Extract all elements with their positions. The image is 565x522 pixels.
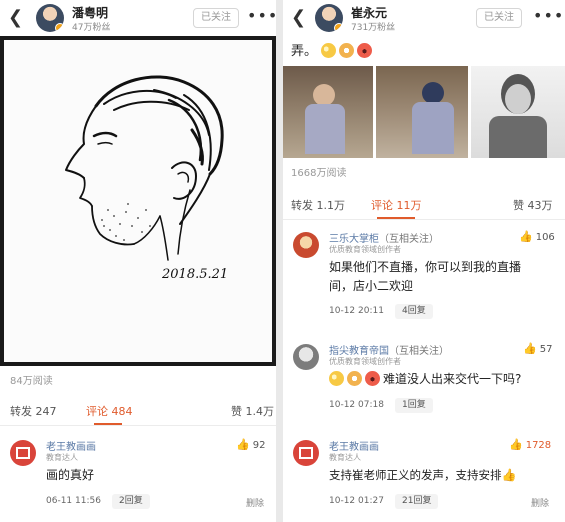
post-photo-2[interactable] — [376, 66, 468, 158]
author-name[interactable]: 潘粤明 — [72, 4, 108, 21]
laugh-emoji-icon — [329, 371, 344, 386]
verified-badge-icon — [55, 23, 64, 32]
thumb-up-icon: 👍 — [236, 438, 250, 451]
comment-date: 10-12 07:18 — [329, 400, 384, 410]
portrait-sketch: 2018.5.21 — [65, 75, 228, 282]
reply-count-button[interactable]: 4回复 — [395, 304, 433, 319]
commenter-tag: 教育达人 — [329, 453, 361, 462]
comment-date: 10-12 20:11 — [329, 306, 384, 316]
comment-text: 画的真好 — [46, 468, 95, 482]
verified-badge-icon — [334, 23, 343, 32]
commenter-name[interactable]: 指尖教育帝国（互相关注） — [329, 342, 449, 357]
tab-comment[interactable]: 评论 484 — [86, 403, 133, 419]
interaction-tabs: 转发 1.1万 评论 11万 赞 43万 — [283, 190, 565, 220]
drawing-date: 2018.5.21 — [161, 267, 228, 282]
laugh-emoji-icon — [321, 43, 337, 58]
commenter-tag: 优质教育领域创作者 — [329, 245, 401, 254]
tab-repost[interactable]: 转发 1.1万 — [291, 197, 345, 213]
like-button[interactable]: 👍 92 — [236, 438, 265, 451]
comment-text: 难道没人出来交代一下吗? — [329, 370, 521, 389]
author-fans: 731万粉丝 — [351, 23, 396, 33]
comment-item: 老王教画画 教育达人 支持崔老师正义的发声，支持安排👍 10-12 01:27 … — [283, 434, 565, 522]
sketch-image[interactable]: 2018.5.21 — [0, 36, 276, 366]
like-count: 57 — [539, 344, 553, 355]
active-tab-underline — [377, 217, 415, 219]
comment-text-body: 支持崔老师正义的发声，支持安排 — [329, 468, 502, 482]
comment-text-body: 难道没人出来交代一下吗? — [383, 372, 522, 386]
like-button[interactable]: 👍 106 — [519, 230, 555, 243]
right-post-screen: ❮ 崔永元 731万粉丝 已关注 ••• 弄。 1668万阅读 转发 1.1万 … — [283, 0, 565, 522]
commenter-name[interactable]: 老王教画画 — [46, 438, 96, 453]
read-count: 1668万阅读 — [291, 168, 347, 179]
thumb-up-icon: 👍 — [519, 230, 533, 243]
active-tab-underline — [94, 423, 122, 425]
reply-count-button[interactable]: 2回复 — [112, 494, 150, 509]
comment-date: 06-11 11:56 — [46, 496, 101, 506]
right-header: ❮ 崔永元 731万粉丝 已关注 ••• — [283, 0, 565, 36]
reply-count-button[interactable]: 1回复 — [395, 398, 433, 413]
commenter-name[interactable]: 三乐大掌柜（互相关注） — [329, 230, 439, 245]
surprised-emoji-icon — [339, 43, 355, 58]
tab-repost[interactable]: 转发 247 — [10, 403, 57, 419]
comment-text: 支持崔老师正义的发声，支持安排👍 — [329, 466, 519, 485]
comment-date: 10-12 01:27 — [329, 496, 384, 506]
logo-icon — [16, 447, 30, 459]
author-name[interactable]: 崔永元 — [351, 4, 387, 21]
interaction-tabs: 转发 247 评论 484 赞 1.4万 — [0, 396, 276, 426]
post-photo-3[interactable] — [471, 66, 565, 158]
commenter-tag: 优质教育领域创作者 — [329, 357, 401, 366]
read-count: 84万阅读 — [10, 376, 53, 387]
surprised-emoji-icon — [347, 371, 362, 386]
comment-text-line-1: 如果他们不直播，你可以到我的直播 — [329, 260, 522, 274]
post-text-tail: 弄。 — [291, 44, 318, 59]
left-post-screen: ❮ 潘粤明 47万粉丝 已关注 ••• 2018.5.21 84万阅读 转发 2… — [0, 0, 276, 522]
delete-button[interactable]: 删除 — [246, 496, 264, 509]
like-count: 106 — [535, 232, 555, 243]
reply-count-button[interactable]: 21回复 — [395, 494, 439, 509]
comment-item: 指尖教育帝国（互相关注） 优质教育领域创作者 难道没人出来交代一下吗? 10-1… — [283, 340, 565, 420]
author-fans: 47万粉丝 — [72, 23, 111, 33]
comment-item: 老王教画画 教育达人 画的真好 06-11 11:56 2回复 删除 👍 92 — [0, 434, 276, 522]
post-text: 弄。 — [291, 40, 375, 59]
commenter-tag: 教育达人 — [46, 453, 78, 462]
tab-comment[interactable]: 评论 11万 — [371, 197, 422, 213]
like-count: 1728 — [525, 440, 552, 451]
like-count: 92 — [252, 440, 266, 451]
avatar[interactable] — [10, 440, 36, 466]
commenter-name[interactable]: 老王教画画 — [329, 438, 379, 453]
tab-like[interactable]: 赞 43万 — [513, 197, 553, 213]
avatar[interactable] — [36, 4, 64, 32]
more-icon[interactable]: ••• — [247, 6, 276, 26]
like-button[interactable]: 👍 1728 — [509, 438, 551, 451]
follow-button[interactable]: 已关注 — [476, 8, 522, 28]
avatar[interactable] — [293, 344, 319, 370]
logo-icon — [299, 447, 313, 459]
comment-text-line-2: 间，店小二欢迎 — [329, 279, 414, 293]
follow-button[interactable]: 已关注 — [193, 8, 239, 28]
angry-emoji-icon — [365, 371, 380, 386]
thumb-up-icon: 👍 — [523, 342, 537, 355]
more-icon[interactable]: ••• — [533, 6, 564, 26]
avatar[interactable] — [293, 232, 319, 258]
chevron-left-icon[interactable]: ❮ — [8, 8, 24, 28]
post-photo-1[interactable] — [283, 66, 373, 158]
avatar[interactable] — [315, 4, 343, 32]
thumb-up-icon: 👍 — [509, 438, 523, 451]
left-header: ❮ 潘粤明 47万粉丝 已关注 ••• — [0, 0, 276, 36]
delete-button[interactable]: 删除 — [531, 496, 549, 509]
tab-like[interactable]: 赞 1.4万 — [231, 403, 274, 419]
avatar[interactable] — [293, 440, 319, 466]
comment-item: 三乐大掌柜（互相关注） 优质教育领域创作者 如果他们不直播，你可以到我的直播 间… — [283, 226, 565, 326]
chevron-left-icon[interactable]: ❮ — [291, 8, 307, 28]
like-button[interactable]: 👍 57 — [523, 342, 552, 355]
thumb-up-emoji-icon: 👍 — [501, 468, 517, 482]
angry-emoji-icon — [357, 43, 373, 58]
